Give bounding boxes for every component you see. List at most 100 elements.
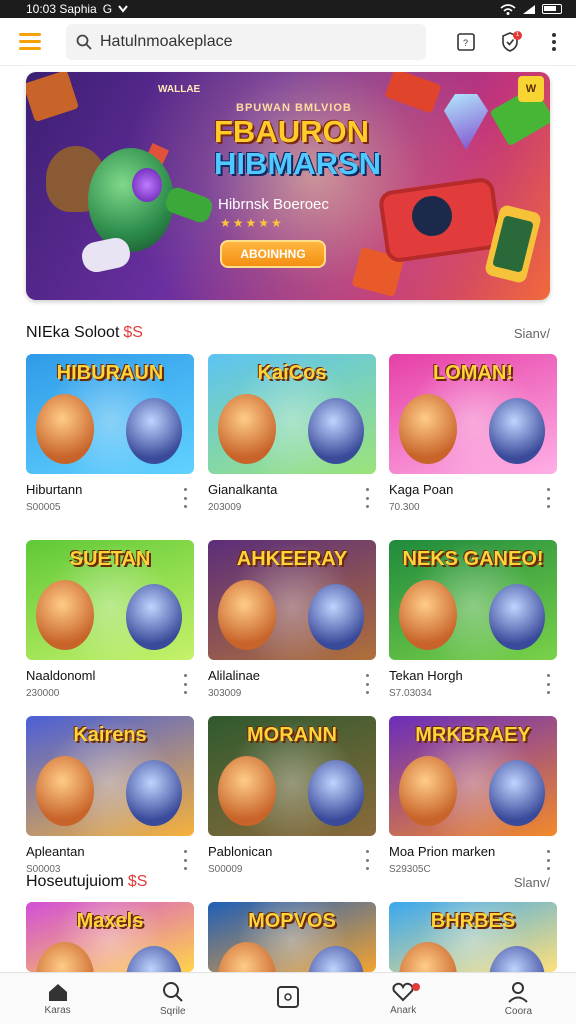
search-icon	[76, 34, 92, 50]
banner-cta-button[interactable]: ABOINHNG	[220, 240, 326, 268]
game-thumbnail[interactable]: KaiCos	[208, 354, 376, 474]
game-thumbnail[interactable]: HIBURAUN	[26, 354, 194, 474]
character-right	[126, 584, 182, 650]
character-left	[399, 394, 457, 464]
character-right	[308, 398, 364, 464]
game-thumbnail[interactable]: MRKBRAEY	[389, 716, 557, 836]
hamburger-menu-icon[interactable]	[0, 18, 60, 66]
hero-banner[interactable]: WALLAE BPUWAN BMLVIOB FBAURON HIBMARSN H…	[26, 72, 550, 300]
more-vert-icon[interactable]	[545, 850, 551, 870]
game-tile[interactable]: BHRBES	[389, 902, 557, 972]
banner-title-line1: FBAURON	[214, 114, 369, 149]
game-count: S00005	[26, 502, 61, 513]
game-thumbnail[interactable]: BHRBES	[389, 902, 557, 972]
section-price: $S	[123, 324, 143, 341]
nav-tablet[interactable]	[230, 973, 345, 1024]
nav-label: Sqrile	[160, 1005, 186, 1017]
see-all-link[interactable]: Slanv/	[514, 875, 550, 890]
game-thumbnail[interactable]: NEKS GANEO!	[389, 540, 557, 660]
section-header: NIEka Soloot $S Sianv/	[26, 322, 550, 344]
banner-corner-badge[interactable]: W	[518, 76, 544, 102]
game-count: 303009	[208, 688, 242, 699]
game-tile[interactable]: AHKEERAY Alilalinae 303009	[208, 540, 376, 712]
game-tile[interactable]: SUETAN Naaldonoml 230000	[26, 540, 194, 712]
game-name: Kaga Poan	[389, 482, 454, 497]
character-left	[36, 394, 94, 464]
game-thumbnail[interactable]: SUETAN	[26, 540, 194, 660]
game-name: Alilalinae	[208, 668, 261, 683]
character-left	[218, 394, 276, 464]
game-thumbnail[interactable]: MORANN	[208, 716, 376, 836]
rating-stars: ★★★★★	[220, 216, 284, 230]
character-right	[489, 760, 545, 826]
shield-button[interactable]: 1	[488, 18, 532, 66]
game-count: 70.300	[389, 502, 420, 513]
profile-icon	[508, 981, 529, 1003]
nav-search[interactable]: Sqrile	[115, 973, 230, 1024]
more-vert-icon[interactable]	[364, 674, 370, 694]
character-right	[308, 760, 364, 826]
nav-profile[interactable]: Coora	[461, 973, 576, 1024]
game-tile[interactable]: HIBURAUN Hiburtann S00005	[26, 354, 194, 526]
game-thumbnail[interactable]: MOPVOS	[208, 902, 376, 972]
game-count: S7.03034	[389, 688, 432, 699]
heart-icon	[392, 982, 414, 1001]
app-bar: ? 1	[0, 18, 576, 66]
game-tile[interactable]: NEKS GANEO! Tekan Horgh S7.03034	[389, 540, 557, 712]
character-right	[126, 398, 182, 464]
search-icon	[162, 981, 183, 1002]
tablet-button[interactable]: ?	[444, 18, 488, 66]
game-tile[interactable]: KaiCos Gianalkanta 203009	[208, 354, 376, 526]
game-thumbnail[interactable]: LOMAN!	[389, 354, 557, 474]
game-thumbnail[interactable]: AHKEERAY	[208, 540, 376, 660]
game-tile[interactable]: MOPVOS	[208, 902, 376, 972]
home-icon	[48, 983, 67, 1001]
game-tile[interactable]: Kairens Apleantan S00003	[26, 716, 194, 888]
download-icon	[118, 5, 128, 13]
nav-home[interactable]: Karas	[0, 973, 115, 1024]
game-tile[interactable]: LOMAN! Kaga Poan 70.300	[389, 354, 557, 526]
character-right	[489, 398, 545, 464]
status-time: 10:03 Saphia	[26, 2, 97, 16]
tablet-icon	[277, 986, 299, 1008]
character-left	[218, 756, 276, 826]
thumbnail-title: KaiCos	[257, 362, 327, 384]
section-title-text: Hoseutujuiom	[26, 873, 124, 890]
thumbnail-title: LOMAN!	[433, 362, 513, 384]
game-count: 230000	[26, 688, 60, 699]
tile-meta: Hiburtann S00005	[26, 482, 194, 526]
more-vert-icon[interactable]	[364, 850, 370, 870]
battery-icon	[542, 4, 562, 14]
game-tile[interactable]: MRKBRAEY Moa Prion marken S29305C	[389, 716, 557, 888]
see-all-link[interactable]: Sianv/	[514, 326, 550, 341]
more-vert-icon[interactable]	[182, 674, 188, 694]
more-vert-icon[interactable]	[545, 488, 551, 508]
banner-tag: WALLAE	[158, 84, 201, 95]
nav-label: Coora	[504, 1005, 533, 1017]
character-right	[489, 584, 545, 650]
nav-wishlist[interactable]: Anark	[346, 973, 461, 1024]
banner-title: FBAURON HIBMARSN	[214, 116, 414, 180]
more-vert-icon[interactable]	[532, 18, 576, 66]
more-vert-icon[interactable]	[182, 488, 188, 508]
more-vert-icon[interactable]	[545, 674, 551, 694]
banner-subtitle: Hibrnsk Boeroec	[218, 196, 329, 213]
game-tile[interactable]: Maxels	[26, 902, 194, 972]
game-name: Apleantan	[26, 844, 85, 859]
character-left	[218, 580, 276, 650]
game-name: Tekan Horgh	[389, 668, 463, 683]
thumbnail-title: MORANN	[247, 724, 337, 746]
more-vert-icon[interactable]	[364, 488, 370, 508]
svg-text:?: ?	[463, 38, 468, 48]
nav-label: Anark	[390, 1004, 417, 1016]
search-input[interactable]	[100, 32, 400, 51]
game-thumbnail[interactable]: Maxels	[26, 902, 194, 972]
character-left	[36, 580, 94, 650]
game-thumbnail[interactable]: Kairens	[26, 716, 194, 836]
game-count: 203009	[208, 502, 242, 513]
thumbnail-title: SUETAN	[69, 548, 151, 570]
game-tile[interactable]: MORANN Pablonican S00009	[208, 716, 376, 888]
game-name: Pablonican	[208, 844, 273, 859]
search-bar[interactable]	[66, 23, 426, 60]
more-vert-icon[interactable]	[182, 850, 188, 870]
